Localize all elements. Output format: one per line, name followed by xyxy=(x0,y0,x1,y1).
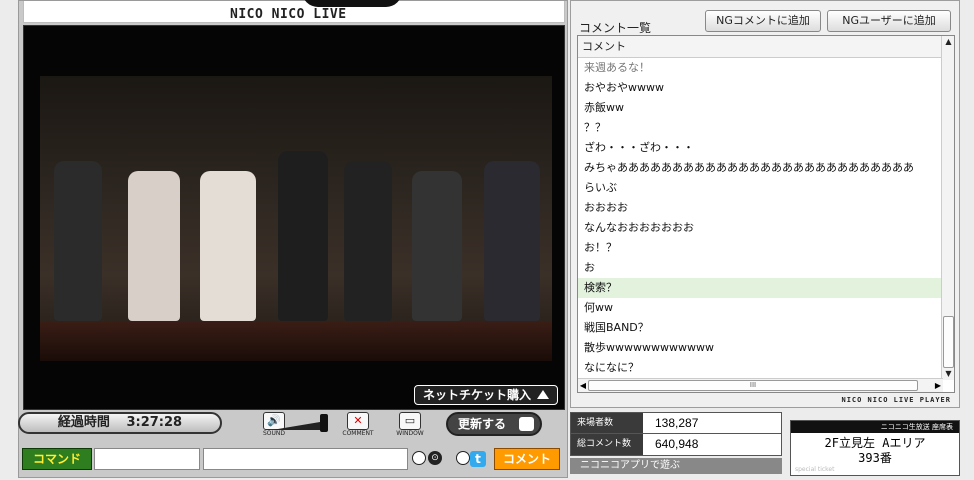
ticket-label: ネットチケット購入 xyxy=(422,388,531,402)
seat-header: ニコニコ生放送 座席表 xyxy=(791,421,959,433)
comments-count-label: 総コメント数 xyxy=(571,434,643,455)
comments-count-value: 640,948 xyxy=(655,437,699,451)
comment-row[interactable]: なになに？ xyxy=(578,358,954,378)
performer xyxy=(54,161,102,321)
column-header[interactable]: コメント xyxy=(578,36,954,58)
scroll-down-icon[interactable]: ▼ xyxy=(943,368,954,380)
radio-icon[interactable] xyxy=(456,451,470,465)
scroll-thumb[interactable] xyxy=(943,316,954,368)
seat-number: 393番 xyxy=(858,451,892,465)
player-brand: NICO NICO LIVE PLAYER xyxy=(841,396,951,404)
twitter-icon[interactable]: t xyxy=(470,451,486,467)
ticket-button[interactable]: ネットチケット購入 xyxy=(413,385,558,405)
scroll-left-icon[interactable]: ◀ xyxy=(578,379,588,392)
window-icon[interactable]: ▭ xyxy=(399,412,421,430)
window-toggle[interactable]: ▭ WINDOW xyxy=(392,412,428,437)
comment-row[interactable]: 散歩wwwwwwwwwwww xyxy=(578,338,954,358)
live-player: NICO NICO LIVE ネットチケット購入 xyxy=(18,0,568,478)
comment-label: COMMENT xyxy=(342,430,374,437)
scroll-right-icon[interactable]: ▶ xyxy=(933,379,943,392)
seat-footer: special ticket xyxy=(795,466,835,473)
volume-knob[interactable] xyxy=(320,414,328,432)
refresh-icon xyxy=(519,417,534,431)
comments-count-row: 総コメント数 640,948 xyxy=(571,434,781,455)
comment-row[interactable]: おやおやwwww xyxy=(578,78,954,98)
visitors-value: 138,287 xyxy=(655,416,699,430)
window-label: WINDOW xyxy=(396,430,424,437)
comment-toggle[interactable]: ✕ COMMENT xyxy=(340,412,376,437)
comment-off-icon[interactable]: ✕ xyxy=(347,412,369,430)
performer xyxy=(484,161,540,321)
volume-ramp xyxy=(272,422,320,430)
command-label[interactable]: コマンド xyxy=(22,448,92,470)
comment-row[interactable]: 赤飯ww xyxy=(578,98,954,118)
anonymous-icon[interactable]: ⊙ xyxy=(428,451,442,465)
volume-slider[interactable] xyxy=(272,412,332,434)
app-link[interactable]: ニコニコアプリで遊ぶ xyxy=(570,458,782,474)
comment-row[interactable]: おおおお xyxy=(578,198,954,218)
logo-text: NICO NICO LIVE xyxy=(230,7,347,22)
performer xyxy=(200,171,256,321)
comment-panel: コメント一覧 NGコメントに追加 NGユーザーに追加 コメント 来週あるな！ おや… xyxy=(570,0,960,408)
comment-panel-title: コメント一覧 xyxy=(579,21,652,35)
audience xyxy=(40,321,552,361)
comment-input[interactable] xyxy=(203,448,408,470)
logo-banner: NICO NICO LIVE xyxy=(23,0,565,23)
comment-row[interactable]: 何ww xyxy=(578,298,954,318)
vertical-scrollbar[interactable]: ▲ ▼ xyxy=(941,36,954,380)
comment-row[interactable]: お！？ xyxy=(578,238,954,258)
comment-row[interactable]: なんなおおおおおおお xyxy=(578,218,954,238)
command-input[interactable] xyxy=(94,448,200,470)
comment-row[interactable]: らいぶ xyxy=(578,178,954,198)
elapsed-value: 3:27:28 xyxy=(126,415,183,430)
comment-row[interactable]: ？？ xyxy=(578,118,954,138)
comment-row[interactable]: 検索？ xyxy=(578,278,954,298)
visitors-row: 来場者数 138,287 xyxy=(571,413,781,434)
comment-row[interactable]: 来週あるな！ xyxy=(578,58,954,78)
update-button[interactable]: 更新する xyxy=(446,412,542,436)
video-screen[interactable]: ネットチケット購入 xyxy=(23,25,565,410)
comment-submit-button[interactable]: コメント xyxy=(494,448,560,470)
h-scroll-thumb[interactable]: III xyxy=(588,380,918,391)
comment-rows: 来週あるな！ おやおやwwww 赤飯ww？？ ざわ・・・ざわ・・・ みちゃあああああああ… xyxy=(578,58,954,378)
stats-box: 来場者数 138,287 総コメント数 640,948 xyxy=(570,412,782,456)
performer xyxy=(412,171,462,321)
visitors-label: 来場者数 xyxy=(571,413,643,433)
ng-comment-button[interactable]: NGコメントに追加 xyxy=(705,10,821,32)
nico-logo-icon xyxy=(302,0,402,7)
radio-icon[interactable] xyxy=(412,451,426,465)
comment-list[interactable]: コメント 来週あるな！ おやおやwwww 赤飯ww？？ ざわ・・・ざわ・・・ みちゃああ… xyxy=(577,35,955,393)
comment-row[interactable]: 戦国BAND？ xyxy=(578,318,954,338)
performer xyxy=(278,151,328,321)
triangle-up-icon xyxy=(537,390,549,399)
horizontal-scrollbar[interactable]: ◀ III ▶ xyxy=(578,378,943,392)
comment-row[interactable]: お xyxy=(578,258,954,278)
performer xyxy=(128,171,180,321)
performer xyxy=(344,161,392,321)
video-frame xyxy=(40,76,552,361)
ng-user-button[interactable]: NGユーザーに追加 xyxy=(827,10,951,32)
update-label: 更新する xyxy=(458,417,507,431)
comment-row[interactable]: みちゃあああああああああああああああああああああああああああ xyxy=(578,158,954,178)
scroll-up-icon[interactable]: ▲ xyxy=(943,36,954,48)
comment-row[interactable]: ざわ・・・ざわ・・・ xyxy=(578,138,954,158)
elapsed-label: 経過時間 xyxy=(57,415,110,430)
elapsed-time: 経過時間 3:27:28 xyxy=(18,412,222,434)
seat-ticket: ニコニコ生放送 座席表 2F立見左 Aエリア 393番 special tick… xyxy=(790,420,960,476)
seat-area: 2F立見左 Aエリア xyxy=(824,436,926,450)
